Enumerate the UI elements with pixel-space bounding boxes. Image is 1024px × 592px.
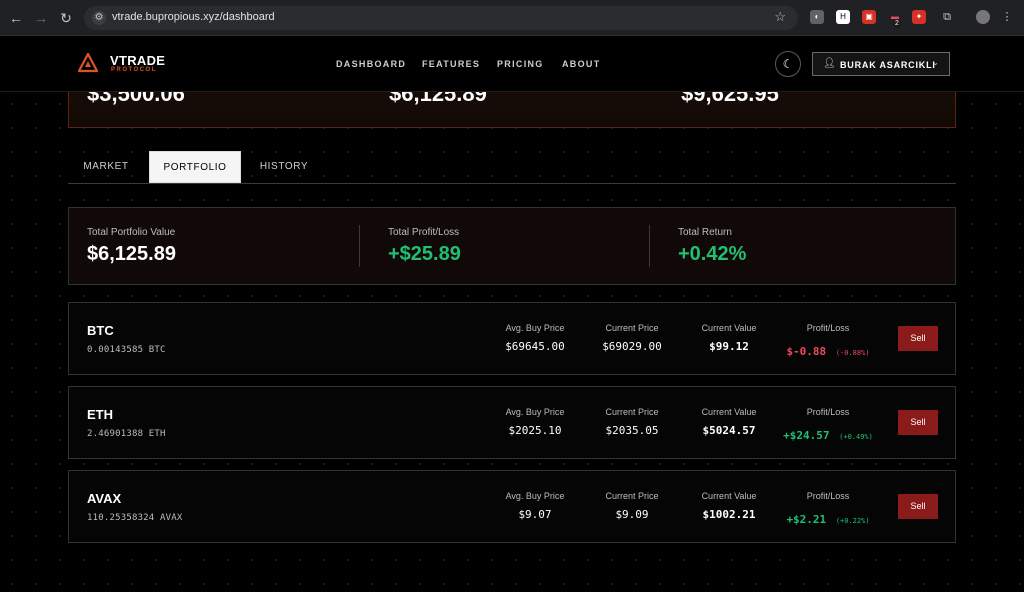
vtrade-logo-icon[interactable]	[78, 53, 98, 73]
current-price-column: Current Price $69029.00	[582, 323, 682, 353]
nav-features[interactable]: FEATURES	[422, 59, 480, 69]
extensions-puzzle-icon[interactable]: ⧉	[940, 10, 954, 24]
sell-button-avax[interactable]: Sell	[898, 494, 938, 519]
extension-icon-1[interactable]: ◐	[810, 10, 824, 24]
moon-icon: ☾	[782, 57, 794, 71]
profit-loss-amount-wrap: +$24.57 (+0.49%)	[773, 424, 883, 443]
holding-row-avax: AVAX 110.25358324 AVAX Avg. Buy Price $9…	[68, 470, 956, 543]
profit-loss-header: Profit/Loss	[806, 323, 850, 333]
portfolio-summary-card: Total Portfolio Value $6,125.89 Total Pr…	[68, 207, 956, 285]
avg-buy-value: $2025.10	[508, 424, 562, 437]
browser-toolbar: ← → ↻ ⚙ vtrade.bupropious.xyz/dashboard …	[0, 0, 1024, 36]
holding-symbol: ETH	[87, 407, 113, 422]
back-icon[interactable]: ←	[7, 9, 25, 27]
divider	[649, 225, 650, 267]
extension-icon-3[interactable]: ▣	[862, 10, 876, 24]
current-price-value: $69029.00	[602, 340, 662, 353]
sell-button-btc[interactable]: Sell	[898, 326, 938, 351]
current-value-column: Current Value $99.12	[679, 323, 779, 353]
current-price-header: Current Price	[605, 491, 659, 501]
avg-buy-value: $9.07	[518, 508, 552, 521]
user-menu-button[interactable]: 👤︎ BURAK ASARCIKLI ⌄	[812, 52, 950, 76]
address-bar[interactable]: ⚙ vtrade.bupropious.xyz/dashboard ☆	[84, 6, 798, 30]
current-price-column: Current Price $2035.05	[582, 407, 682, 437]
tab-portfolio[interactable]: PORTFOLIO	[149, 151, 241, 183]
profit-loss-label: Total Profit/Loss	[388, 227, 460, 238]
tab-market[interactable]: MARKET	[68, 151, 144, 183]
avg-buy-column: Avg. Buy Price $2025.10	[485, 407, 585, 437]
bookmark-star-icon[interactable]: ☆	[774, 9, 786, 25]
reload-icon[interactable]: ↻	[57, 9, 75, 27]
current-value-column: Current Value $1002.21	[679, 491, 779, 521]
tab-history[interactable]: HISTORY	[246, 151, 322, 183]
profit-loss-column: Profit/Loss +$2.21 (+0.22%)	[773, 491, 883, 527]
holding-amount: 110.25358324 AVAX	[87, 513, 183, 523]
current-price-column: Current Price $9.09	[582, 491, 682, 521]
profit-loss-amount: +$2.21	[786, 513, 827, 526]
avg-buy-value: $69645.00	[505, 340, 565, 353]
current-value-value: $99.12	[709, 340, 749, 353]
avg-buy-column: Avg. Buy Price $69645.00	[485, 323, 585, 353]
current-value-value: $1002.21	[702, 508, 756, 521]
current-price-value: $2035.05	[605, 424, 659, 437]
forward-icon[interactable]: →	[32, 9, 50, 27]
profile-avatar[interactable]	[976, 10, 990, 24]
site-info-icon[interactable]: ⚙	[92, 11, 106, 25]
divider	[359, 225, 360, 267]
avg-buy-header: Avg. Buy Price	[505, 323, 565, 333]
avg-buy-header: Avg. Buy Price	[505, 407, 565, 417]
current-price-value: $9.09	[615, 508, 649, 521]
current-value-column: Current Value $5024.57	[679, 407, 779, 437]
avg-buy-header: Avg. Buy Price	[505, 491, 565, 501]
current-price-header: Current Price	[605, 407, 659, 417]
total-value: $6,125.89	[87, 243, 176, 265]
holding-symbol: AVAX	[87, 491, 122, 506]
browser-menu-icon[interactable]: ⋮	[1000, 10, 1014, 24]
theme-toggle-button[interactable]: ☾	[775, 51, 801, 77]
profit-loss-column: Profit/Loss +$24.57 (+0.49%)	[773, 407, 883, 443]
profit-loss-percent: (-0.88%)	[835, 349, 870, 357]
profit-loss-percent: (+0.22%)	[835, 517, 870, 525]
user-name: BURAK ASARCIKLI	[840, 60, 936, 70]
profit-loss-amount-wrap: +$2.21 (+0.22%)	[773, 508, 883, 527]
current-value-value: $5024.57	[702, 424, 756, 437]
sell-button-eth[interactable]: Sell	[898, 410, 938, 435]
nav-pricing[interactable]: PRICING	[497, 59, 544, 69]
current-price-header: Current Price	[605, 323, 659, 333]
profit-loss-percent: (+0.49%)	[839, 433, 873, 441]
holding-symbol: BTC	[87, 323, 114, 338]
nav-dashboard[interactable]: DASHBOARD	[336, 59, 406, 69]
profit-loss-amount: $-0.88	[786, 345, 827, 358]
profit-loss-header: Profit/Loss	[806, 491, 850, 501]
brand-name[interactable]: VTRADE	[110, 53, 165, 68]
profit-loss-amount-wrap: $-0.88 (-0.88%)	[773, 340, 883, 359]
nav-about[interactable]: ABOUT	[562, 59, 601, 69]
chevron-down-icon: ⌄	[932, 58, 939, 67]
dashboard-main: $3,500.06 $6,125.89 $9,625.95 MARKET POR…	[0, 62, 1024, 592]
profit-loss-value: +$25.89	[388, 243, 461, 265]
total-value-label: Total Portfolio Value	[87, 227, 176, 238]
profit-loss-column: Profit/Loss $-0.88 (-0.88%)	[773, 323, 883, 359]
profit-loss-header: Profit/Loss	[806, 407, 850, 417]
avg-buy-column: Avg. Buy Price $9.07	[485, 491, 585, 521]
holding-row-eth: ETH 2.46901388 ETH Avg. Buy Price $2025.…	[68, 386, 956, 459]
holding-amount: 0.00143585 BTC	[87, 345, 166, 355]
user-icon: 👤︎	[823, 58, 836, 69]
total-return-label: Total Return	[678, 227, 732, 238]
holding-amount: 2.46901388 ETH	[87, 429, 166, 439]
brand-subtitle: PROTOCOL	[111, 67, 157, 73]
total-return-value: +0.42%	[678, 243, 747, 265]
app-header: VTRADE PROTOCOL DASHBOARD FEATURES PRICI…	[0, 36, 1024, 92]
extension-icon-5[interactable]: ✦	[912, 10, 926, 24]
extension-icon-2[interactable]: H	[836, 10, 850, 24]
current-value-header: Current Value	[701, 323, 757, 333]
tab-bar: MARKET PORTFOLIO HISTORY	[68, 151, 956, 184]
extension-badge: 2	[893, 19, 901, 28]
profit-loss-amount: +$24.57	[783, 429, 830, 442]
current-value-header: Current Value	[701, 491, 757, 501]
current-value-header: Current Value	[701, 407, 757, 417]
url-text[interactable]: vtrade.bupropious.xyz/dashboard	[112, 11, 275, 23]
holding-row-btc: BTC 0.00143585 BTC Avg. Buy Price $69645…	[68, 302, 956, 375]
